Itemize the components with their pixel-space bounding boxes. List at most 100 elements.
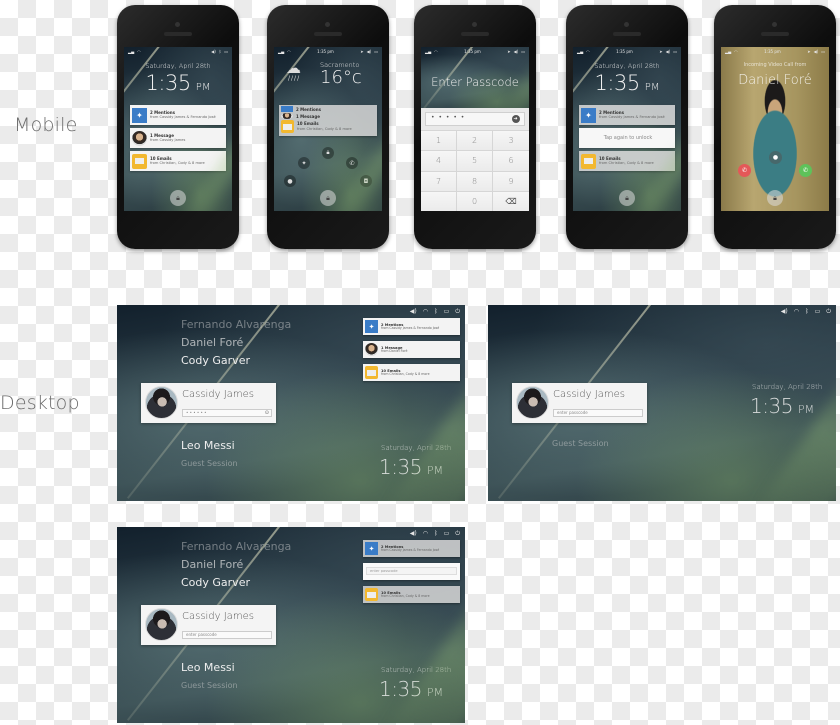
guest-session[interactable]: Guest Session bbox=[552, 439, 609, 448]
tap-again-to-unlock[interactable]: Tap again to unlock bbox=[579, 128, 675, 148]
clock-ampm: PM bbox=[427, 464, 444, 477]
mobile-section-label: Mobile bbox=[14, 114, 78, 136]
stacked-notification-message: 1 Message bbox=[281, 113, 320, 119]
key-5[interactable]: 5 bbox=[457, 150, 493, 171]
volume-icon: ◀) bbox=[665, 48, 671, 54]
notification-message[interactable]: 1 Message from Daniel Foré bbox=[363, 341, 460, 358]
desktop-clock: 1:35 PM bbox=[379, 455, 443, 479]
notification-subtitle: from Cassidy James & Fernando José bbox=[150, 115, 216, 120]
bluetooth-icon[interactable]: ᛒ bbox=[805, 308, 809, 316]
notification-emails[interactable]: 10 Emails from Christian, Cody & 8 more bbox=[130, 151, 226, 171]
notification-mentions[interactable]: ✦ 2 Mentions from Cassidy James & Fernando… bbox=[363, 318, 460, 335]
volume-icon[interactable]: ◀) bbox=[781, 308, 788, 316]
reveal-password-icon[interactable]: ⊙ bbox=[265, 410, 269, 416]
volume-icon[interactable]: ◀) bbox=[410, 530, 417, 538]
backspace-icon[interactable]: ⌫ bbox=[493, 190, 529, 211]
user-leo[interactable]: Leo Messi bbox=[181, 661, 235, 674]
passcode-screen: ▂▄ ◠ 1:35 pm ➤ ◀) ▭ Enter Passcode • • • • … bbox=[421, 47, 529, 211]
power-icon[interactable]: ⏻ bbox=[455, 308, 460, 316]
accept-call-button[interactable]: ✆ bbox=[799, 164, 812, 177]
user-fernando[interactable]: Fernando Alvarenga bbox=[181, 540, 291, 553]
notification-mentions[interactable]: ✦ 2 Mentions from Cassidy James & Fernando… bbox=[363, 540, 460, 557]
password-input[interactable]: enter passcode bbox=[182, 631, 272, 639]
guest-session[interactable]: Guest Session bbox=[181, 459, 238, 468]
twitter-icon: ✦ bbox=[365, 542, 378, 555]
unlock-button[interactable]: 🔒︎ bbox=[320, 190, 336, 206]
volume-icon: ◀) bbox=[211, 48, 216, 54]
key-7[interactable]: 7 bbox=[421, 170, 457, 191]
user-daniel[interactable]: Daniel Foré bbox=[181, 336, 243, 349]
key-0[interactable]: 0 bbox=[457, 190, 493, 211]
password-input[interactable]: • • • • • • ⊙ bbox=[182, 409, 272, 417]
wifi-icon: ◠ bbox=[287, 48, 291, 54]
notification-stack[interactable]: 2 Mentions 1 Message 10 Emails from Chris… bbox=[279, 105, 377, 136]
quick-action-camera[interactable]: ◘ bbox=[360, 175, 372, 187]
quick-action-lock[interactable]: 🔒︎ bbox=[322, 147, 334, 159]
notification-emails[interactable]: 10 Emails from Christian, Cody & 8 more bbox=[579, 151, 675, 171]
key-2[interactable]: 2 bbox=[457, 130, 493, 151]
wifi-icon: ◠ bbox=[734, 48, 738, 54]
notification-mentions[interactable]: ✦ 2 Mentions from Cassidy James & Fernand… bbox=[579, 105, 675, 125]
quick-action-twitter[interactable]: ✦ bbox=[298, 157, 310, 169]
notification-subtitle: from Christian, Cody & 8 more bbox=[599, 161, 654, 166]
wifi-icon[interactable]: ◠ bbox=[423, 530, 428, 538]
phone-passcode: ▂▄ ◠ 1:35 pm ➤ ◀) ▭ Enter Passcode • • • • … bbox=[414, 5, 536, 249]
clock-time: 1:35 bbox=[594, 71, 641, 95]
bluetooth-icon[interactable]: ᛒ bbox=[434, 308, 438, 316]
numeric-keypad: 1 2 3 4 5 6 7 8 9 0 ⌫ bbox=[421, 130, 529, 211]
key-3[interactable]: 3 bbox=[493, 130, 529, 151]
key-6[interactable]: 6 bbox=[493, 150, 529, 171]
wifi-icon: ◠ bbox=[137, 48, 141, 54]
password-input[interactable]: enter passcode bbox=[553, 409, 643, 417]
quick-action-phone[interactable]: ✆ bbox=[346, 157, 358, 169]
notification-subtitle: from Cassidy James & Fernando José bbox=[599, 115, 665, 120]
decline-call-button[interactable]: ✆ bbox=[738, 164, 751, 177]
battery-icon[interactable]: ▭ bbox=[444, 308, 450, 316]
notification-mentions[interactable]: ✦ 2 Mentions from Cassidy James & Fernand… bbox=[130, 105, 226, 125]
user-leo[interactable]: Leo Messi bbox=[181, 439, 235, 452]
unlock-button[interactable]: 🔒︎ bbox=[767, 190, 783, 206]
key-blank bbox=[421, 190, 457, 211]
chat-icon: ● bbox=[772, 154, 779, 161]
power-icon[interactable]: ⏻ bbox=[455, 530, 460, 538]
wifi-icon[interactable]: ◠ bbox=[423, 308, 428, 316]
notification-message[interactable]: 1 Message from Cassidy James bbox=[130, 128, 226, 148]
key-1[interactable]: 1 bbox=[421, 130, 457, 151]
notification-emails[interactable]: 10 Emails from Christian, Cody & 8 more bbox=[363, 364, 460, 381]
lock-icon: 🔒︎ bbox=[773, 193, 777, 202]
guest-session[interactable]: Guest Session bbox=[181, 681, 238, 690]
key-9[interactable]: 9 bbox=[493, 170, 529, 191]
key-4[interactable]: 4 bbox=[421, 150, 457, 171]
signal-icon: ▂▄ bbox=[278, 48, 285, 54]
reply-message-button[interactable]: ● bbox=[769, 151, 782, 164]
user-cody[interactable]: Cody Garver bbox=[181, 576, 250, 589]
power-icon[interactable]: ⏻ bbox=[826, 308, 831, 316]
desktop-clock: 1:35 PM bbox=[379, 677, 443, 701]
notification-emails[interactable]: 10 Emails from Christian, Cody & 8 more bbox=[363, 586, 460, 603]
camera-icon: ◘ bbox=[363, 177, 369, 185]
reply-passcode-input[interactable]: enter passcode bbox=[366, 567, 457, 575]
clock-ampm: PM bbox=[427, 686, 444, 699]
earpiece bbox=[164, 32, 192, 36]
submit-arrow-icon[interactable]: ➜ bbox=[512, 115, 520, 123]
passcode-input[interactable]: • • • • • ➜ bbox=[425, 112, 525, 126]
key-8[interactable]: 8 bbox=[457, 170, 493, 191]
volume-icon[interactable]: ◀) bbox=[410, 308, 417, 316]
unlock-button[interactable]: 🔒︎ bbox=[170, 190, 186, 206]
battery-icon[interactable]: ▭ bbox=[444, 530, 450, 538]
quick-action-chat[interactable]: ● bbox=[284, 175, 296, 187]
notification-subtitle: from Cassidy James & Fernando José bbox=[381, 547, 440, 552]
desktop-greeter-single-user: ◀) ◠ ᛒ ▭ ⏻ Cassidy James enter passcode Gues… bbox=[488, 305, 836, 501]
unlock-button[interactable]: 🔒︎ bbox=[619, 190, 635, 206]
wifi-icon[interactable]: ◠ bbox=[794, 308, 799, 316]
notification-subtitle: from Cassidy James & Fernando José bbox=[381, 325, 440, 330]
phone-video-call: ▂▄ ◠ 1:35 pm ➤ ◀) ▭ Incoming Video Call fro… bbox=[714, 5, 836, 249]
bluetooth-icon[interactable]: ᛒ bbox=[434, 530, 438, 538]
user-fernando[interactable]: Fernando Alvarenga bbox=[181, 318, 291, 331]
user-daniel[interactable]: Daniel Foré bbox=[181, 558, 243, 571]
battery-icon[interactable]: ▭ bbox=[815, 308, 821, 316]
location-icon: ➤ bbox=[360, 48, 364, 54]
passcode-value: • • • • • bbox=[431, 114, 466, 121]
weather-temp: 16°c bbox=[320, 67, 362, 88]
user-cody[interactable]: Cody Garver bbox=[181, 354, 250, 367]
